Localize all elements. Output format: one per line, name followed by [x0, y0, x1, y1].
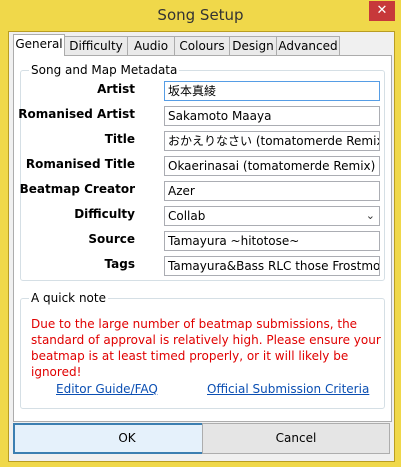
- artist-label: Artist: [97, 82, 135, 96]
- close-icon[interactable]: ✕: [369, 1, 395, 21]
- source-field[interactable]: Tamayura ~hitotose~: [164, 231, 380, 251]
- difficulty-select-value: Collab: [168, 209, 206, 223]
- editor-guide-link[interactable]: Editor Guide/FAQ: [56, 382, 158, 396]
- romanised-artist-label: Romanised Artist: [18, 107, 135, 121]
- tab-audio[interactable]: Audio: [127, 36, 175, 55]
- window-title: Song Setup: [157, 6, 244, 24]
- quick-note-label: A quick note: [29, 291, 108, 305]
- quick-note-text: Due to the large number of beatmap submi…: [31, 317, 381, 379]
- chevron-down-icon[interactable]: ⌄: [366, 207, 375, 225]
- title-field[interactable]: おかえりなさい (tomatomerde Remix): [164, 131, 380, 151]
- difficulty-label: Difficulty: [74, 207, 135, 221]
- dialog-client: General Difficulty Audio Colours Design …: [8, 31, 395, 462]
- beatmap-creator-field[interactable]: Azer: [164, 181, 380, 201]
- general-panel: Song and Map Metadata Artist 坂本真綾 Romani…: [13, 55, 392, 422]
- difficulty-select[interactable]: Collab ⌄: [164, 206, 380, 226]
- romanised-title-field[interactable]: Okaerinasai (tomatomerde Remix): [164, 156, 380, 176]
- romanised-artist-field[interactable]: Sakamoto Maaya: [164, 106, 380, 126]
- romanised-title-label: Romanised Title: [25, 157, 135, 171]
- tab-advanced[interactable]: Advanced: [276, 36, 340, 55]
- tags-field[interactable]: Tamayura&Bass RLC those Frostmourne: [164, 256, 380, 276]
- tags-label: Tags: [104, 257, 135, 271]
- beatmap-creator-label: Beatmap Creator: [19, 182, 135, 196]
- tab-general[interactable]: General: [13, 34, 65, 56]
- quick-note-group: A quick note Due to the large number of …: [20, 291, 385, 409]
- artist-field[interactable]: 坂本真綾: [164, 81, 380, 101]
- cancel-button[interactable]: Cancel: [202, 423, 390, 454]
- source-label: Source: [88, 232, 135, 246]
- tab-colours[interactable]: Colours: [174, 36, 230, 55]
- metadata-group-label: Song and Map Metadata: [29, 63, 180, 77]
- song-setup-window: Song Setup ✕ General Difficulty Audio Co…: [0, 0, 401, 467]
- submission-criteria-link[interactable]: Official Submission Criteria: [207, 382, 369, 396]
- title-label: Title: [104, 132, 135, 146]
- tab-design[interactable]: Design: [229, 36, 277, 55]
- metadata-group: Song and Map Metadata Artist 坂本真綾 Romani…: [18, 63, 385, 281]
- tab-difficulty[interactable]: Difficulty: [64, 36, 128, 55]
